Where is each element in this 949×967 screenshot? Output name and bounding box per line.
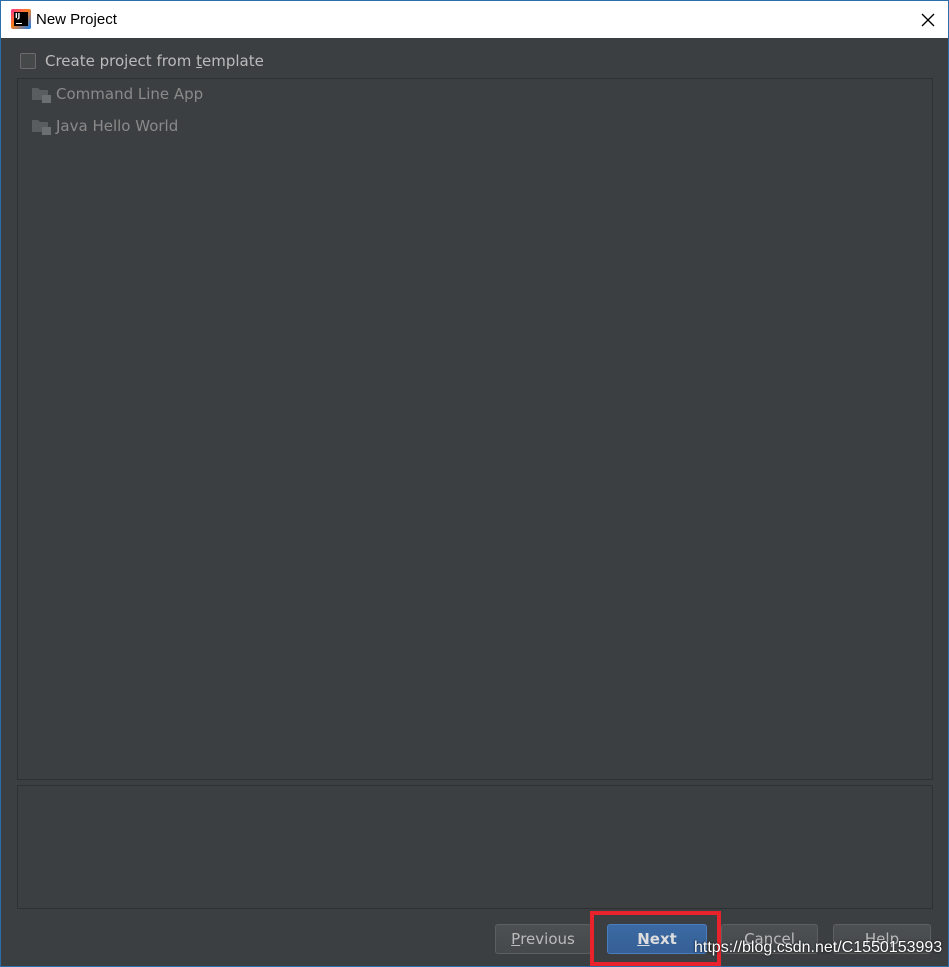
list-item[interactable]: Command Line App [32,83,203,105]
template-list[interactable]: Command Line App Java Hello World [17,78,933,780]
title-bar[interactable]: IJ New Project [1,1,948,38]
cancel-button[interactable]: Cancel [721,924,818,954]
close-button[interactable] [908,1,948,38]
folder-icon [32,118,51,135]
create-from-template-label[interactable]: Create project from template [45,51,264,71]
create-from-template-checkbox[interactable] [20,53,36,69]
previous-button[interactable]: Previous [495,924,591,954]
list-item[interactable]: Java Hello World [32,115,178,137]
next-button[interactable]: Next [607,924,707,954]
folder-icon [32,86,51,103]
template-label: Command Line App [56,85,204,103]
intellij-idea-icon: IJ [11,9,31,29]
template-description-panel [17,785,933,909]
new-project-dialog: IJ New Project Create project from templ… [0,0,949,967]
template-label: Java Hello World [56,117,179,135]
close-icon [921,13,935,26]
window-title: New Project [36,11,117,28]
create-from-template-option[interactable]: Create project from template [20,51,264,71]
help-button[interactable]: Help [833,924,931,954]
